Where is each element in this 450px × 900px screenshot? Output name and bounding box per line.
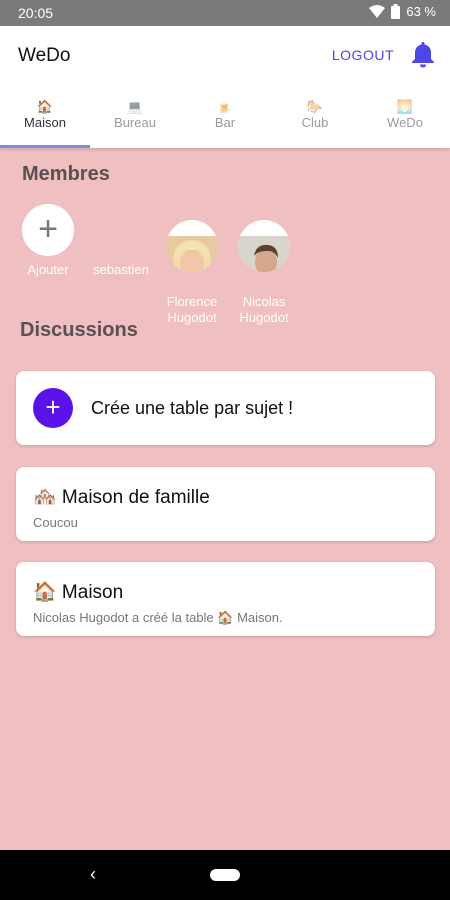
tab-bureau[interactable]: 💻 Bureau	[90, 84, 180, 148]
table-last-message: Coucou	[33, 515, 78, 530]
member-name: Nicolas Hugodot	[239, 294, 289, 325]
member-sebastien[interactable]: sebastien	[83, 204, 159, 278]
tab-active-indicator	[0, 145, 90, 148]
tab-label: Bar	[214, 115, 236, 130]
table-title: 🏠 Maison	[33, 582, 124, 603]
table-title: 🏘️ Maison de famille	[33, 487, 210, 508]
table-card-maison[interactable]: 🏠 Maison Nicolas Hugodot a créé la table…	[16, 562, 435, 636]
member-florence[interactable]: Florence Hugodot	[154, 204, 230, 326]
sunset-icon: 🌅	[396, 99, 414, 114]
tab-bar: 🏠 Maison 💻 Bureau 🍺 Bar 🐎 Club 🌅 WeDo	[0, 84, 450, 148]
discussions-heading: Discussions	[20, 319, 138, 341]
status-icons: 63 %	[369, 4, 436, 19]
battery-level: 63 %	[406, 4, 436, 19]
tab-label: Bureau	[114, 115, 156, 130]
system-nav-bar: ‹	[0, 850, 450, 900]
logout-button[interactable]: LOGOUT	[332, 47, 394, 63]
member-name: sebastien	[93, 262, 149, 277]
tab-bar-venue[interactable]: 🍺 Bar	[180, 84, 270, 148]
add-member-avatar: +	[22, 204, 74, 256]
horse-icon: 🐎	[306, 99, 324, 114]
tab-label: Club	[301, 115, 329, 130]
beer-icon: 🍺	[216, 99, 234, 114]
member-nicolas[interactable]: Nicolas Hugodot	[226, 204, 302, 326]
member-name: Ajouter	[27, 262, 69, 277]
wifi-icon	[369, 4, 386, 18]
tab-label: Maison	[24, 115, 66, 130]
tab-label: WeDo	[387, 115, 423, 130]
avatar	[166, 220, 218, 272]
back-icon[interactable]: ‹	[90, 864, 96, 885]
house-icon: 🏠	[36, 99, 54, 114]
laptop-icon: 💻	[126, 99, 144, 114]
avatar	[238, 220, 290, 272]
plus-icon: +	[38, 210, 58, 248]
status-time: 20:05	[18, 5, 54, 21]
member-name: Florence Hugodot	[166, 294, 218, 325]
tab-maison[interactable]: 🏠 Maison	[0, 84, 90, 148]
app-title: WeDo	[18, 45, 71, 66]
table-card-maison-de-famille[interactable]: 🏘️ Maison de famille Coucou	[16, 467, 435, 541]
table-last-message: Nicolas Hugodot a créé la table 🏠 Maison…	[33, 610, 283, 625]
battery-icon	[391, 4, 401, 19]
app-bar: WeDo LOGOUT	[0, 26, 450, 84]
bell-icon[interactable]	[410, 40, 436, 68]
create-table-card[interactable]: + Crée une table par sujet !	[16, 371, 435, 445]
add-member-button[interactable]: + Ajouter	[10, 204, 86, 278]
tab-club[interactable]: 🐎 Club	[270, 84, 360, 148]
status-bar: 20:05 63 %	[0, 0, 450, 26]
members-heading: Membres	[22, 163, 110, 185]
tab-wedo[interactable]: 🌅 WeDo	[360, 84, 450, 148]
home-pill-icon[interactable]	[210, 869, 240, 881]
create-table-label: Crée une table par sujet !	[91, 398, 294, 418]
add-table-icon: +	[33, 388, 73, 428]
